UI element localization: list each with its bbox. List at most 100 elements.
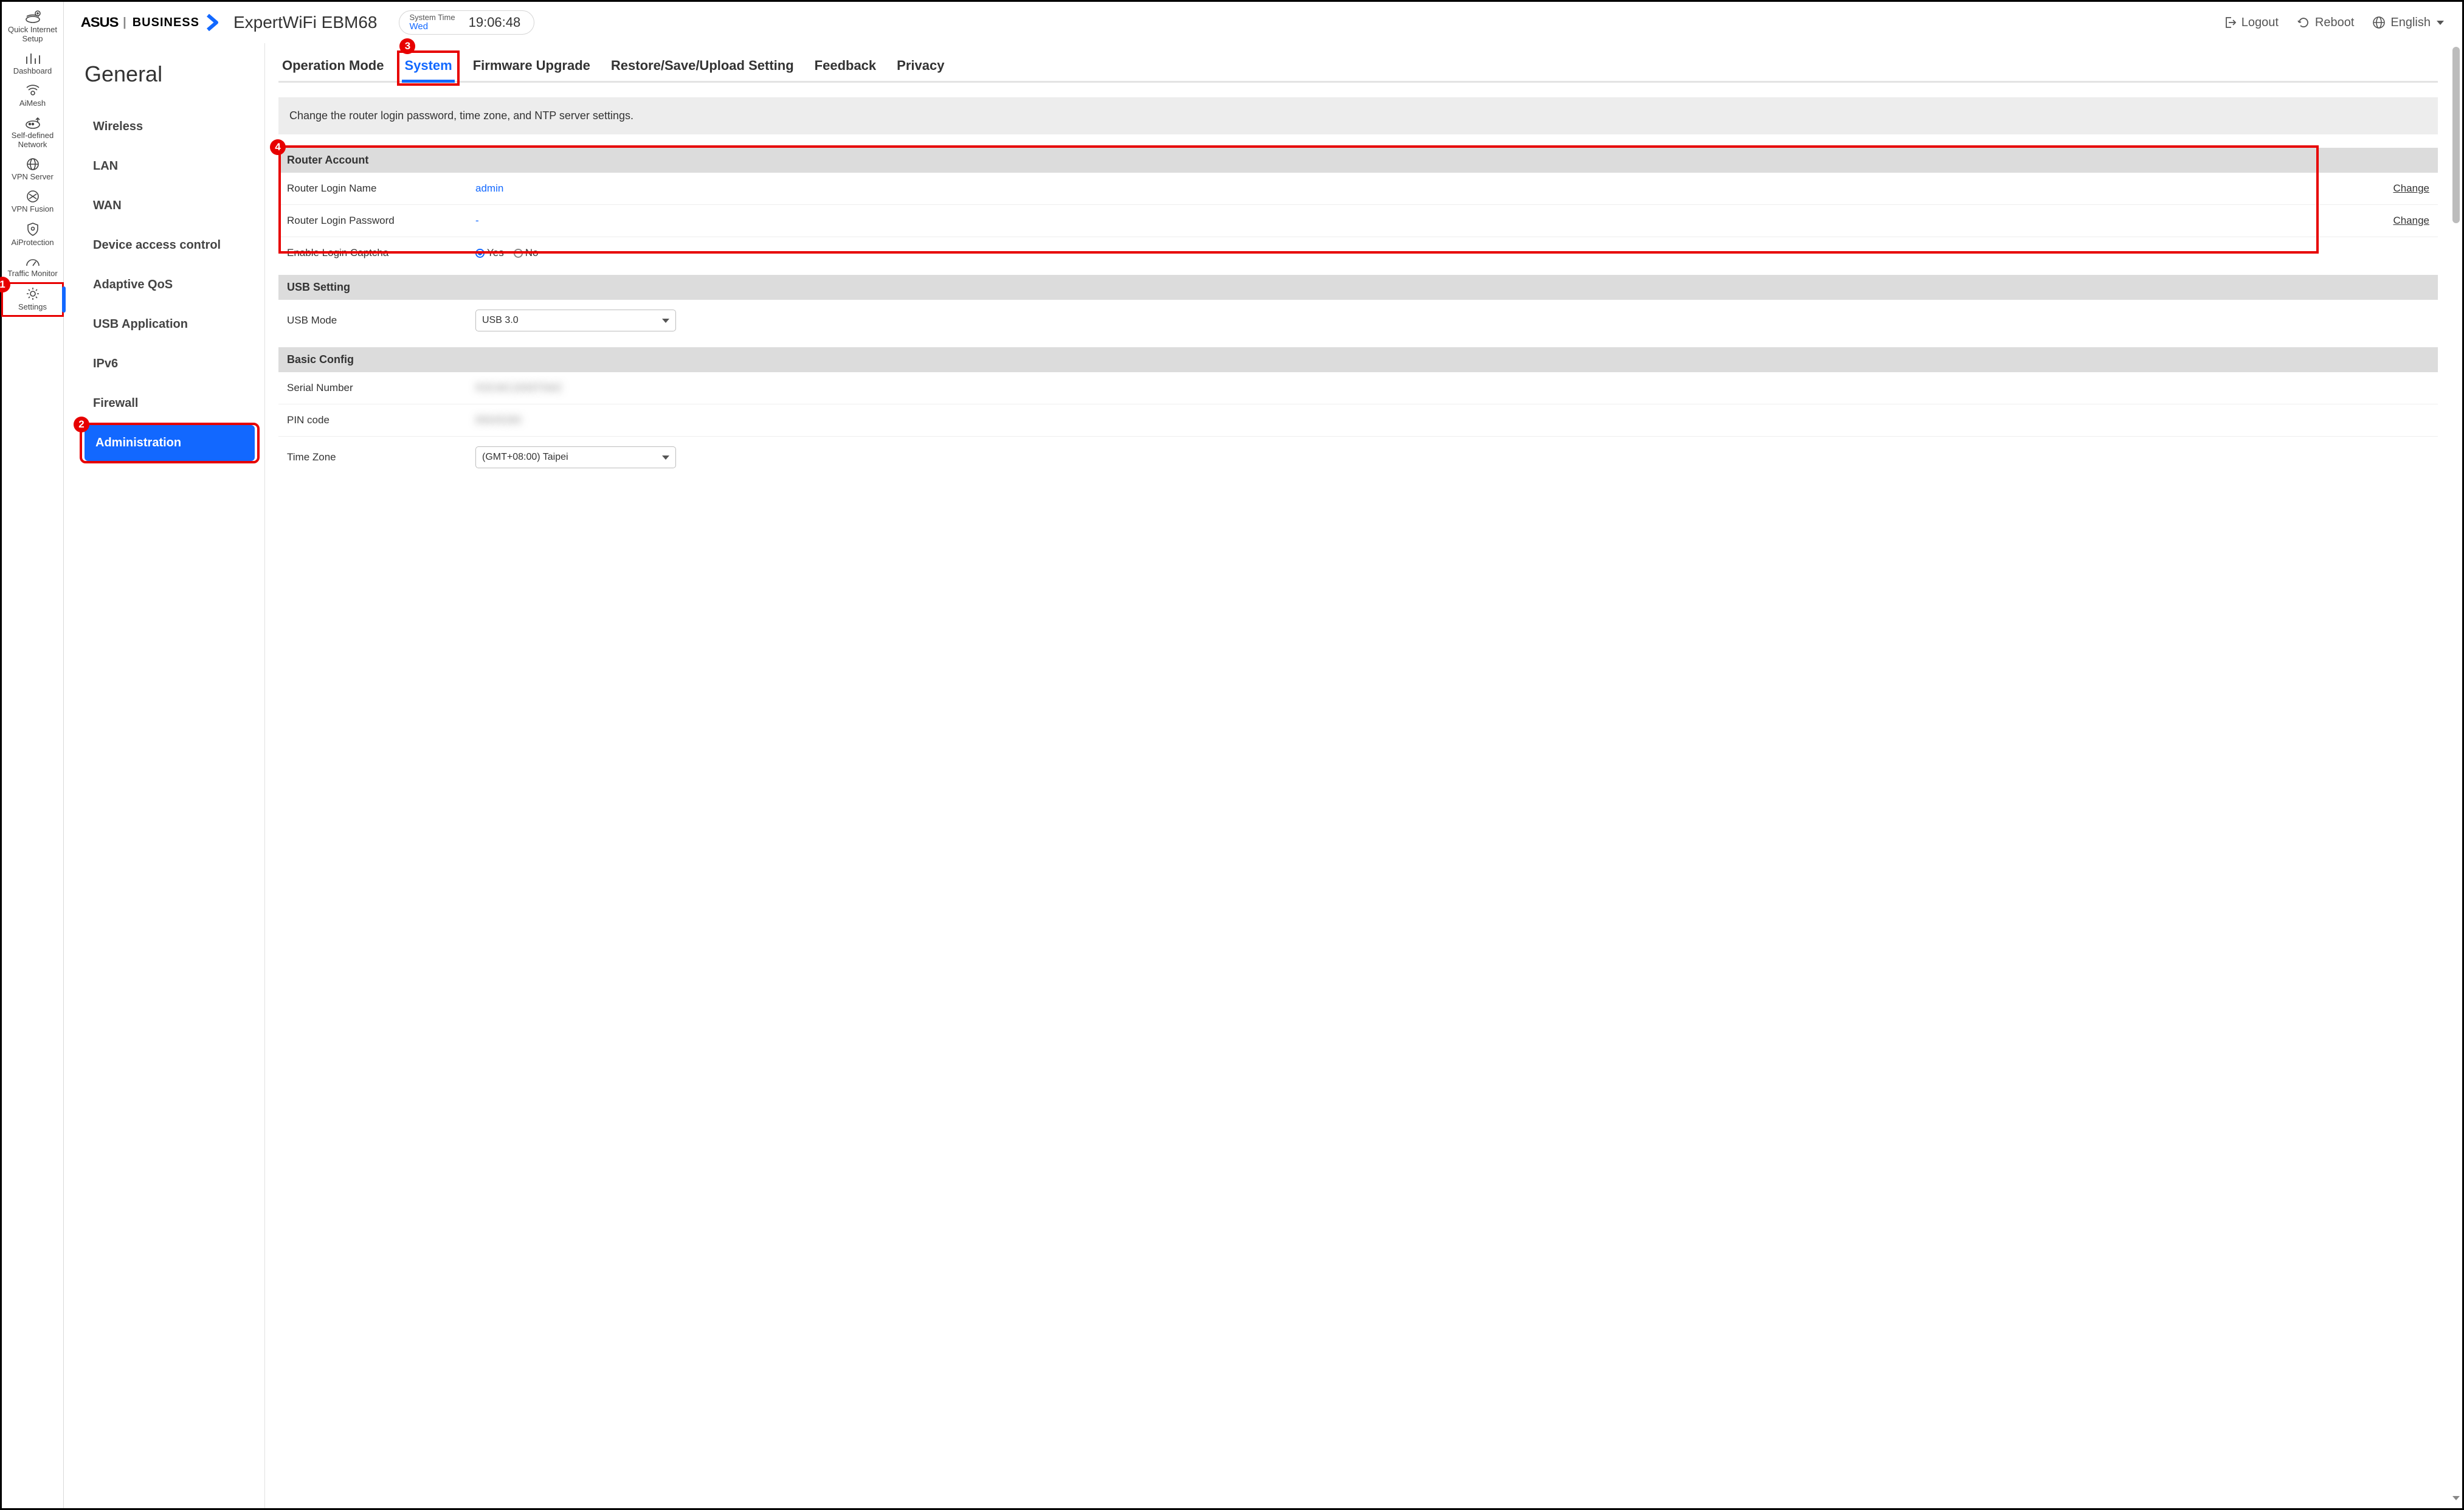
router-login-password-label: Router Login Password (287, 215, 475, 227)
sidebar-label: Settings (18, 302, 47, 311)
router-login-password-value: - (475, 215, 2362, 227)
nav-administration-annotation-box: 2 Administration (82, 425, 257, 461)
sidebar-label: AiMesh (19, 99, 46, 108)
sidebar-item-traffic-monitor[interactable]: Traffic Monitor (2, 252, 63, 283)
nav-administration[interactable]: Administration (85, 425, 255, 461)
nav-ipv6[interactable]: IPv6 (82, 346, 257, 382)
serial-number-label: Serial Number (287, 382, 475, 394)
globe-icon (2372, 16, 2386, 29)
change-login-name-link[interactable]: Change (2393, 182, 2429, 194)
time-zone-value: (GMT+08:00) Taipei (482, 452, 568, 463)
nav-wan[interactable]: WAN (82, 188, 257, 224)
reboot-button[interactable]: Reboot (2293, 13, 2358, 32)
nav-lan[interactable]: LAN (82, 148, 257, 184)
captcha-radio-yes[interactable]: Yes (475, 247, 504, 259)
row-serial-number: Serial Number R3CMC2009T5MZ (278, 372, 2438, 404)
tab-privacy[interactable]: Privacy (896, 54, 945, 81)
router-account-title: Router Account (278, 148, 2438, 173)
pin-code-value: 85645280 (475, 414, 2429, 426)
system-time-day: Wed (409, 22, 455, 32)
router-login-name-value: admin (475, 182, 2362, 195)
time-zone-label: Time Zone (287, 451, 475, 463)
sidebar-item-dashboard[interactable]: Dashboard (2, 48, 63, 80)
row-time-zone: Time Zone (GMT+08:00) Taipei (278, 437, 2438, 478)
system-time-value: 19:06:48 (469, 15, 521, 30)
sidebar-item-self-defined-network[interactable]: Self-defined Network (2, 113, 63, 154)
time-zone-select[interactable]: (GMT+08:00) Taipei (475, 446, 676, 468)
brand-asus: ASUS (81, 15, 119, 30)
sidebar-label: VPN Fusion (12, 204, 53, 213)
tab-firmware-upgrade[interactable]: Firmware Upgrade (472, 54, 592, 81)
general-side-panel: General Wireless LAN WAN Device access c… (82, 43, 264, 1508)
logout-label: Logout (2241, 16, 2279, 30)
logout-button[interactable]: Logout (2220, 13, 2282, 32)
captcha-yes-label: Yes (487, 247, 504, 259)
row-router-login-password: Router Login Password - Change (278, 205, 2438, 237)
radio-dot-on-icon (475, 249, 485, 258)
sidebar-label: AiProtection (11, 238, 53, 247)
sidebar-label: Traffic Monitor (7, 269, 57, 278)
sidebar-item-quick-internet-setup[interactable]: Quick Internet Setup (2, 5, 63, 48)
aimesh-icon (3, 84, 62, 97)
system-time-pill: System Time Wed 19:06:48 (399, 10, 534, 34)
tab-feedback[interactable]: Feedback (813, 54, 878, 81)
tab-restore-save-upload[interactable]: Restore/Save/Upload Setting (610, 54, 795, 81)
annotation-badge-2: 2 (74, 417, 89, 432)
enable-captcha-label: Enable Login Captcha (287, 247, 475, 259)
sidebar-item-vpn-fusion[interactable]: VPN Fusion (2, 186, 63, 218)
scrollbar-thumb[interactable] (2452, 47, 2460, 223)
self-defined-network-icon (3, 116, 62, 130)
radio-dot-off-icon (514, 249, 523, 258)
captcha-radio-no[interactable]: No (514, 247, 539, 259)
serial-number-value: R3CMC2009T5MZ (475, 382, 2429, 394)
system-time-label: System Time (409, 13, 455, 22)
usb-mode-select[interactable]: USB 3.0 (475, 310, 676, 331)
tab-system[interactable]: System 3 (403, 54, 453, 81)
sidebar-item-vpn-server[interactable]: VPN Server (2, 154, 63, 186)
chevron-down-icon (662, 455, 669, 460)
sidebar-item-aimesh[interactable]: AiMesh (2, 80, 63, 113)
annotation-badge-3: 3 (399, 38, 415, 54)
sidebar-label: Quick Internet Setup (8, 25, 57, 43)
reboot-label: Reboot (2315, 16, 2355, 30)
scrollbar[interactable] (2451, 47, 2461, 1503)
annotation-badge-4: 4 (270, 139, 286, 155)
logout-icon (2223, 16, 2237, 29)
nav-device-access-control[interactable]: Device access control (82, 227, 257, 263)
section-router-account: 4 Router Account Router Login Name admin… (278, 148, 2438, 269)
sidebar-item-aiprotection[interactable]: AiProtection (2, 218, 63, 252)
tab-operation-mode[interactable]: Operation Mode (281, 54, 385, 81)
nav-adaptive-qos[interactable]: Adaptive QoS (82, 267, 257, 303)
section-usb: USB Setting USB Mode USB 3.0 (278, 275, 2438, 341)
language-selector[interactable]: English (2369, 13, 2448, 32)
topbar: ASUS | BUSINESS ExpertWiFi EBM68 System … (64, 2, 2462, 43)
scrollbar-down-arrow[interactable] (2451, 1492, 2461, 1503)
content-area: Operation Mode System 3 Firmware Upgrade… (264, 43, 2462, 1508)
brand: ASUS | BUSINESS (82, 14, 220, 31)
tabs-row: Operation Mode System 3 Firmware Upgrade… (278, 54, 2438, 83)
chevron-down-icon (2437, 21, 2444, 25)
vpn-fusion-icon (3, 190, 62, 203)
basic-config-title: Basic Config (278, 347, 2438, 372)
row-router-login-name: Router Login Name admin Change (278, 173, 2438, 205)
brand-business: BUSINESS (133, 16, 199, 30)
change-login-password-link[interactable]: Change (2393, 215, 2429, 226)
nav-firewall[interactable]: Firewall (82, 386, 257, 421)
pin-code-label: PIN code (287, 414, 475, 426)
side-panel-title: General (82, 61, 257, 87)
usb-mode-value: USB 3.0 (482, 315, 519, 326)
sidebar-label: Self-defined Network (12, 131, 53, 149)
brand-separator: | (123, 16, 126, 30)
nav-usb-application[interactable]: USB Application (82, 307, 257, 342)
router-wizard-icon (3, 9, 62, 24)
nav-wireless[interactable]: Wireless (82, 109, 257, 145)
vpn-server-icon (3, 158, 62, 171)
info-banner: Change the router login password, time z… (278, 97, 2438, 134)
router-login-name-label: Router Login Name (287, 182, 475, 195)
sidebar-item-settings[interactable]: 1 Settings (2, 283, 63, 316)
gear-icon (3, 286, 62, 301)
tab-system-label: System (404, 58, 452, 73)
usb-mode-label: USB Mode (287, 314, 475, 327)
gauge-icon (3, 255, 62, 268)
chevron-down-icon (662, 319, 669, 323)
